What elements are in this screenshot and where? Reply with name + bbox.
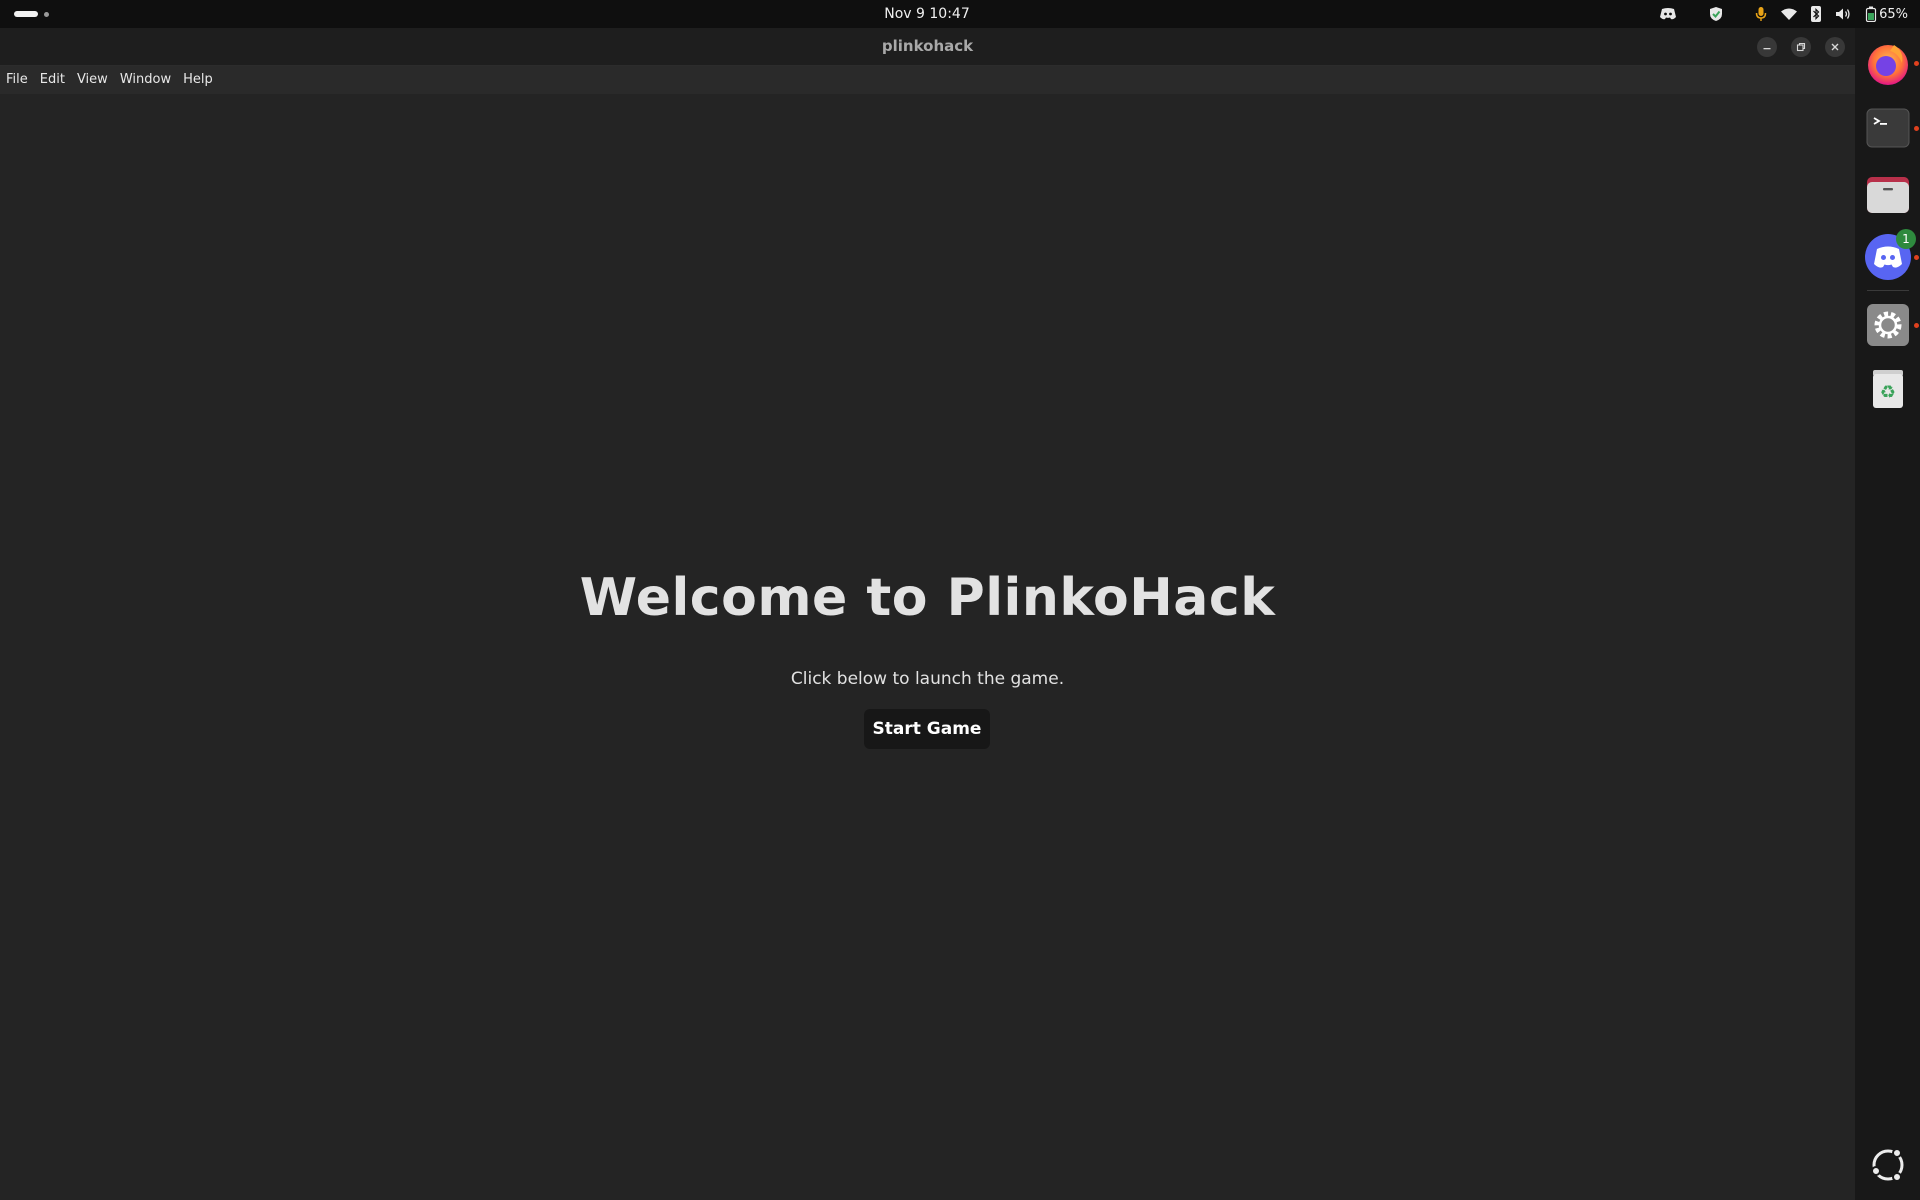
dock: 1 ♻: [1855, 28, 1920, 1200]
running-indicator: [1914, 126, 1919, 131]
battery-icon[interactable]: 65%: [1865, 0, 1908, 28]
minimize-button[interactable]: [1757, 37, 1777, 57]
restore-icon: [1796, 42, 1806, 52]
settings-icon: [1867, 304, 1909, 346]
discord-tray-icon[interactable]: [1659, 0, 1677, 28]
menu-window[interactable]: Window: [114, 66, 177, 94]
dock-terminal[interactable]: [1864, 104, 1919, 152]
start-game-button[interactable]: Start Game: [864, 709, 990, 749]
system-tray[interactable]: 65%: [1659, 0, 1908, 28]
wifi-icon[interactable]: [1781, 0, 1798, 28]
microphone-icon[interactable]: [1755, 0, 1767, 28]
volume-icon[interactable]: [1835, 0, 1851, 28]
notification-badge: 1: [1896, 229, 1916, 249]
main-content: Welcome to PlinkoHack Click below to lau…: [0, 94, 1855, 1200]
menu-bar: File Edit View Window Help: [0, 66, 1855, 94]
clock[interactable]: Nov 9 10:47: [0, 0, 1854, 28]
menu-view[interactable]: View: [71, 66, 114, 94]
ubuntu-apps-icon: [1871, 1148, 1904, 1182]
dock-discord[interactable]: 1: [1864, 229, 1919, 281]
menu-edit[interactable]: Edit: [34, 66, 71, 94]
dock-show-apps[interactable]: [1864, 1141, 1912, 1189]
minimize-icon: [1763, 48, 1771, 50]
dock-firefox[interactable]: [1864, 39, 1919, 87]
dock-files[interactable]: [1864, 170, 1912, 218]
menu-file[interactable]: File: [0, 66, 34, 94]
menu-help[interactable]: Help: [177, 66, 219, 94]
running-indicator: [1914, 61, 1919, 66]
restore-button[interactable]: [1791, 37, 1811, 57]
firefox-icon: [1868, 45, 1908, 85]
launch-instructions: Click below to launch the game.: [790, 669, 1065, 689]
bluetooth-icon[interactable]: [1811, 0, 1822, 28]
shield-icon[interactable]: [1709, 0, 1723, 28]
files-icon: [1867, 177, 1909, 213]
top-bar: Nov 9 10:47 65%: [0, 0, 1920, 28]
welcome-heading: Welcome to PlinkoHack: [579, 568, 1276, 628]
window-titlebar[interactable]: plinkohack: [0, 28, 1855, 66]
running-indicator: [1914, 255, 1919, 260]
dock-trash[interactable]: ♻: [1864, 365, 1912, 413]
dock-settings[interactable]: [1864, 301, 1919, 349]
battery-percent: 65%: [1879, 6, 1908, 22]
window-title: plinkohack: [881, 37, 974, 55]
close-icon: [1831, 43, 1839, 51]
svg-text:♻: ♻: [1880, 382, 1896, 403]
running-indicator: [1914, 323, 1919, 328]
close-button[interactable]: [1825, 37, 1845, 57]
terminal-icon: [1866, 108, 1910, 148]
dock-separator: [1867, 290, 1909, 291]
trash-icon: ♻: [1873, 370, 1903, 408]
